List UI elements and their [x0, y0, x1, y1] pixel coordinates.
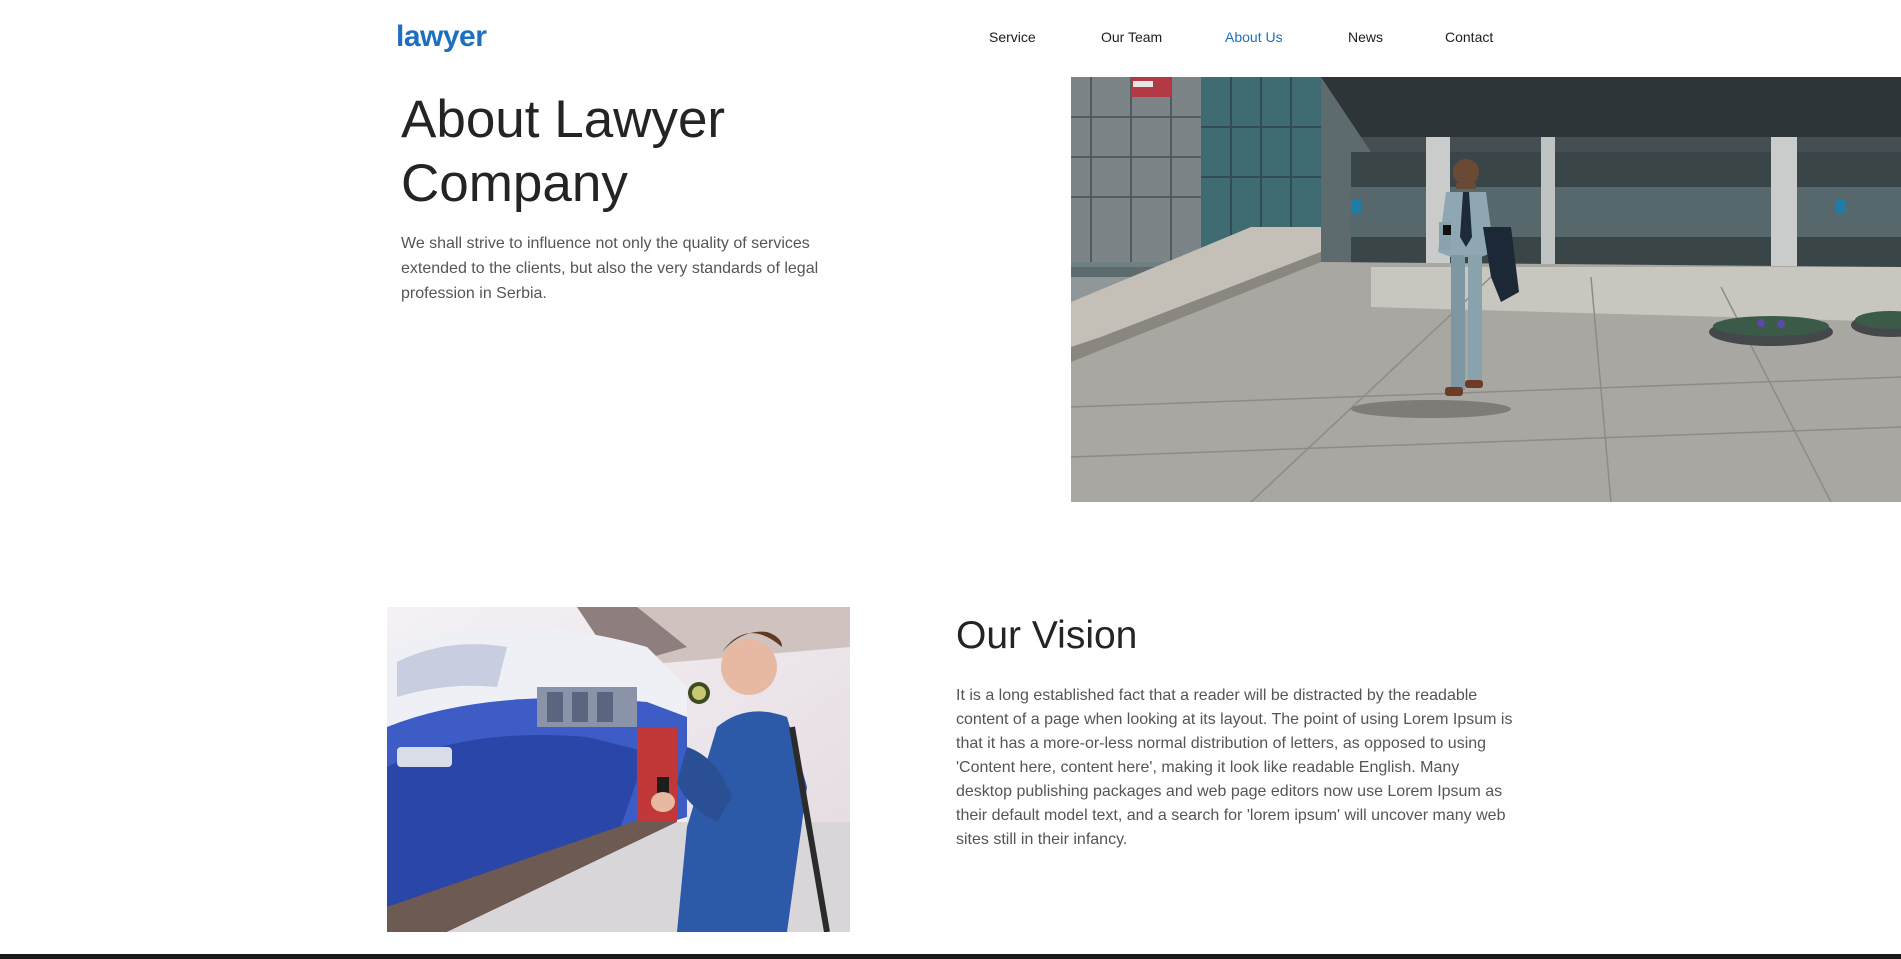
vision-description: It is a long established fact that a rea…: [956, 687, 1513, 848]
train-platform-illustration: [387, 607, 850, 932]
footer-divider: [0, 954, 1901, 959]
nav-item-news[interactable]: News: [1348, 29, 1383, 45]
businessman-walking-photo: [1071, 77, 1901, 502]
main-nav: Service Our Team About Us News Contact: [0, 29, 1901, 49]
businessman-walking-illustration: [1071, 77, 1901, 502]
nav-item-service[interactable]: Service: [989, 29, 1036, 45]
about-title: About Lawyer Company: [401, 90, 726, 213]
nav-item-contact[interactable]: Contact: [1445, 29, 1493, 45]
nav-item-about-us[interactable]: About Us: [1225, 29, 1283, 45]
man-with-phone-at-train-photo: [387, 607, 850, 932]
vision-title: Our Vision: [956, 614, 1138, 657]
about-description: We shall strive to influence not only th…: [401, 235, 819, 302]
nav-item-our-team[interactable]: Our Team: [1101, 29, 1162, 45]
